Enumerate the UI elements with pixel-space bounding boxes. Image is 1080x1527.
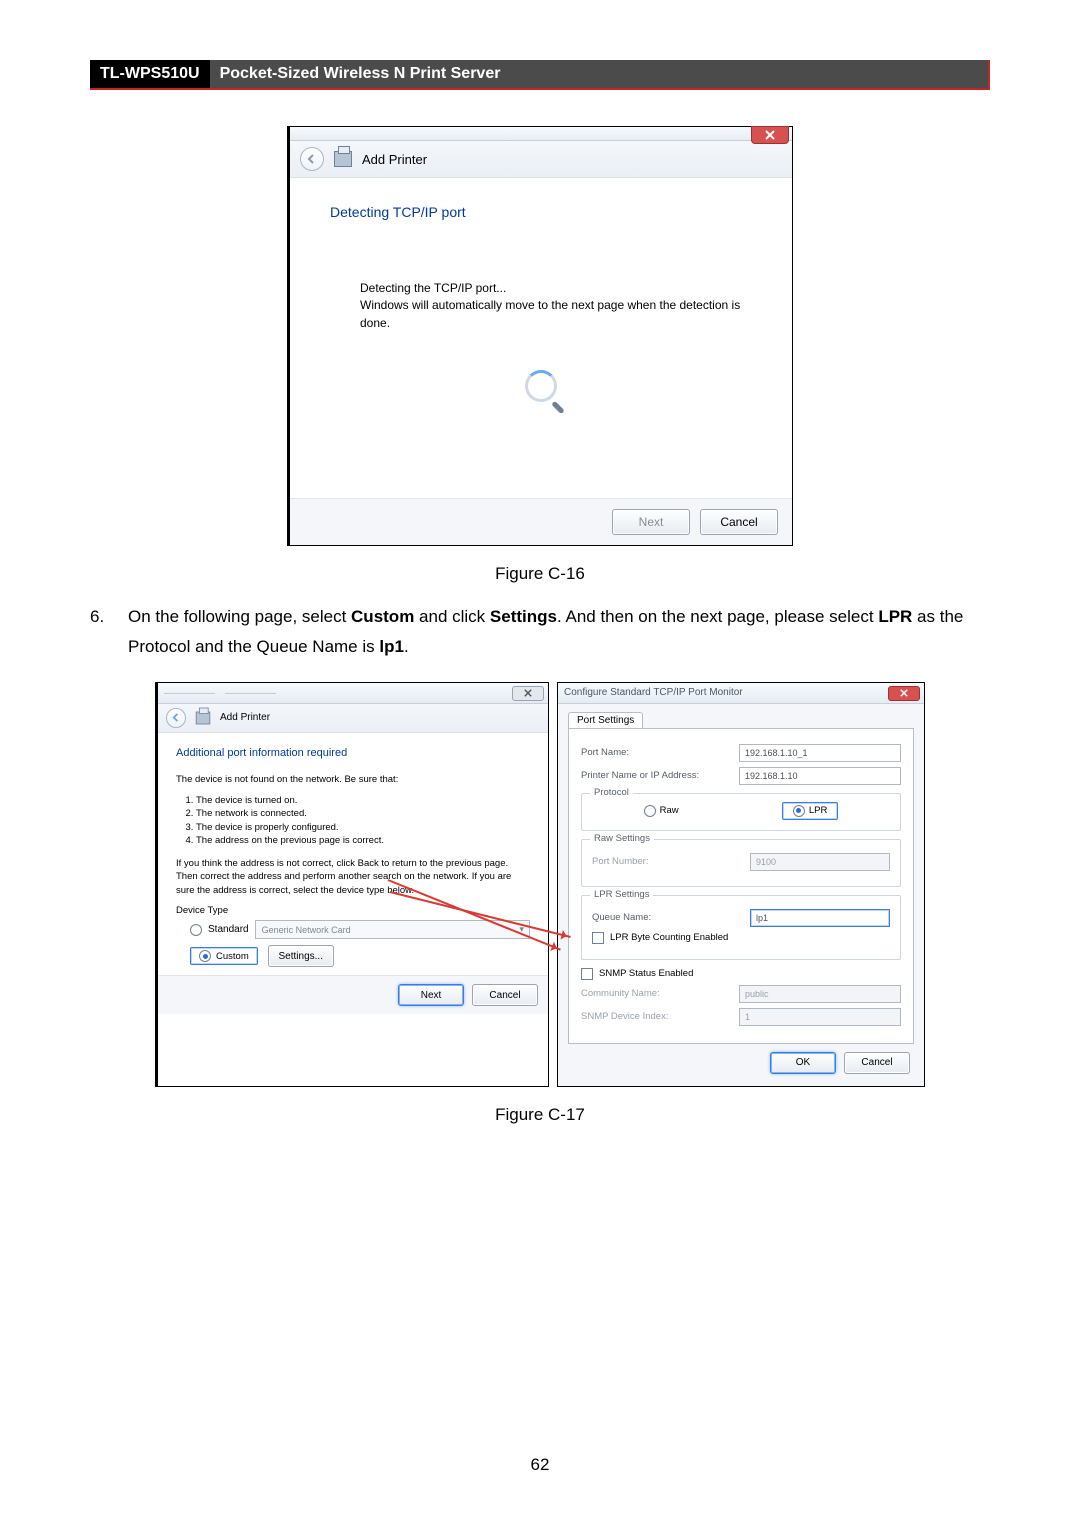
arrow-left-icon (172, 713, 181, 722)
detect-line-1: Detecting the TCP/IP port... (360, 280, 752, 297)
radio-raw[interactable]: Raw (644, 805, 679, 817)
radio-standard-row[interactable]: Standard Generic Network Card (190, 920, 530, 939)
figure-c16-caption: Figure C-16 (90, 564, 990, 584)
list-item: The device is turned on. (196, 794, 530, 807)
settings-button[interactable]: Settings... (268, 945, 334, 967)
para2: If you think the address is not correct,… (176, 857, 530, 897)
dialog-heading: Additional port information required (176, 747, 530, 759)
lpr-label: LPR (809, 805, 827, 816)
close-button[interactable] (751, 126, 789, 144)
header-model: TL-WPS510U (90, 60, 210, 88)
dialog-nav: Add Printer (158, 704, 548, 733)
list-item: The address on the previous page is corr… (196, 834, 530, 847)
snmp-label: SNMP Status Enabled (599, 968, 693, 979)
dialog-titlebar: ──────── ──────── (158, 683, 548, 704)
close-icon (900, 689, 908, 697)
close-button[interactable] (888, 686, 920, 701)
lpr-byte-label: LPR Byte Counting Enabled (610, 932, 728, 943)
close-icon (524, 689, 532, 697)
port-name-label: Port Name: (581, 747, 731, 758)
dialog-heading: Detecting TCP/IP port (330, 204, 752, 220)
printer-icon (334, 151, 352, 167)
additional-port-info-dialog: ──────── ──────── Add Printer Additional… (155, 682, 549, 1087)
snmp-index-value: 1 (739, 1008, 901, 1026)
lpr-legend: LPR Settings (590, 889, 653, 900)
list-item: The network is connected. (196, 807, 530, 820)
next-button[interactable]: Next (398, 984, 464, 1006)
cancel-button[interactable]: Cancel (844, 1052, 910, 1074)
searching-icon (523, 368, 559, 404)
next-button[interactable]: Next (612, 509, 690, 535)
queue-label: Queue Name: (592, 912, 742, 923)
arrow-left-icon (307, 154, 317, 164)
detect-line-2: Windows will automatically move to the n… (360, 297, 752, 332)
back-icon[interactable] (300, 147, 324, 171)
lpr-byte-checkbox[interactable] (592, 932, 604, 944)
radio-lpr[interactable]: LPR (782, 802, 838, 820)
close-button[interactable] (512, 686, 544, 701)
community-label: Community Name: (581, 988, 731, 999)
list-item: The device is properly configured. (196, 821, 530, 834)
snmp-checkbox[interactable] (581, 968, 593, 980)
radio-custom-box[interactable]: Custom (190, 947, 258, 965)
tab-port-settings[interactable]: Port Settings (568, 712, 643, 728)
raw-port-value: 9100 (750, 853, 890, 871)
radio-custom-label: Custom (216, 951, 249, 962)
close-icon (765, 130, 775, 140)
dialog-nav: Add Printer (290, 141, 792, 178)
header-rule (90, 88, 990, 90)
page-number: 62 (0, 1455, 1080, 1475)
raw-legend: Raw Settings (590, 833, 654, 844)
raw-label: Raw (660, 805, 679, 816)
step-6: 6. On the following page, select Custom … (90, 602, 990, 662)
radio-standard[interactable] (190, 924, 202, 936)
queue-value[interactable]: lp1 (750, 909, 890, 927)
dialog-titlebar: Configure Standard TCP/IP Port Monitor (558, 683, 924, 704)
port-settings-dialog: Configure Standard TCP/IP Port Monitor P… (557, 682, 925, 1087)
header-title: Pocket-Sized Wireless N Print Server (210, 60, 990, 88)
printer-icon (196, 711, 210, 724)
dialog-titlebar (290, 127, 792, 141)
add-printer-label: Add Printer (362, 152, 427, 167)
add-printer-label: Add Printer (220, 712, 270, 723)
checklist: The device is turned on. The network is … (196, 794, 530, 847)
back-icon[interactable] (166, 708, 186, 728)
snmp-index-label: SNMP Device Index: (581, 1011, 731, 1022)
ip-label: Printer Name or IP Address: (581, 770, 731, 781)
step-text: On the following page, select Custom and… (128, 602, 990, 662)
step-number: 6. (90, 602, 112, 662)
cancel-button[interactable]: Cancel (472, 984, 538, 1006)
raw-port-label: Port Number: (592, 856, 742, 867)
radio-standard-label: Standard (208, 924, 249, 935)
lead-text: The device is not found on the network. … (176, 773, 530, 786)
cancel-button[interactable]: Cancel (700, 509, 778, 535)
figure-c17-caption: Figure C-17 (90, 1105, 990, 1125)
add-printer-detecting-dialog: Add Printer Detecting TCP/IP port Detect… (287, 126, 793, 546)
port-name-value[interactable]: 192.168.1.10_1 (739, 744, 901, 762)
protocol-legend: Protocol (590, 787, 633, 798)
ip-value[interactable]: 192.168.1.10 (739, 767, 901, 785)
community-value: public (739, 985, 901, 1003)
dialog-title: Configure Standard TCP/IP Port Monitor (564, 687, 743, 698)
radio-custom (199, 950, 211, 962)
ok-button[interactable]: OK (770, 1052, 836, 1074)
standard-combo[interactable]: Generic Network Card (255, 920, 530, 939)
